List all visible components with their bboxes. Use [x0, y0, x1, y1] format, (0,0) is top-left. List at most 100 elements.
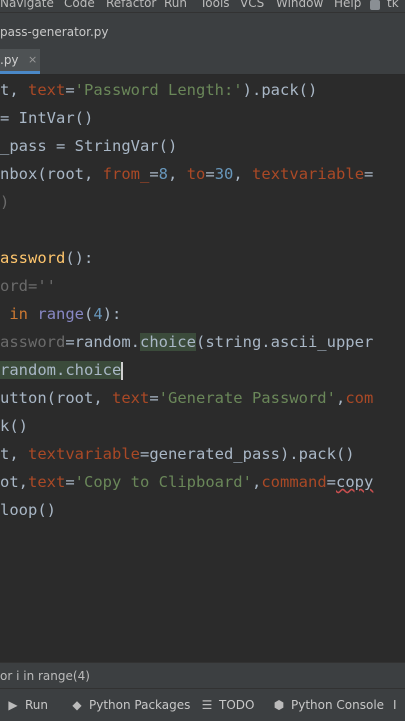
- menu-item-run[interactable]: Run: [164, 0, 187, 9]
- code-token: from_: [102, 165, 150, 183]
- list-icon: ☰: [201, 698, 213, 712]
- breadcrumb-file[interactable]: pass-generator.py: [0, 25, 109, 39]
- menu-item-code[interactable]: Code: [64, 0, 95, 9]
- code-line[interactable]: t, textvariable=generated_pass).pack(): [0, 440, 355, 468]
- code-token: 'Generate Password': [158, 389, 336, 407]
- code-token: =generated_pass).pack(): [139, 445, 355, 463]
- code-line[interactable]: ot,text='Copy to Clipboard',command=copy: [0, 468, 373, 496]
- code-token: to: [186, 165, 206, 183]
- code-token: com: [345, 389, 374, 407]
- code-token: k(): [0, 417, 28, 435]
- code-token: command: [261, 473, 327, 491]
- code-token: t,: [0, 445, 28, 463]
- python-icon: ⬢: [273, 698, 285, 712]
- todo-tool-button[interactable]: ☰ TODO: [200, 695, 255, 715]
- code-token: textvariable: [28, 445, 140, 463]
- menu-item-tools[interactable]: Tools: [200, 0, 230, 9]
- code-token: =: [149, 389, 159, 407]
- code-token: loop(): [0, 501, 56, 519]
- code-token: (: [84, 305, 94, 323]
- toolbar-overflow-label: I: [393, 698, 397, 712]
- code-token: =: [65, 473, 75, 491]
- code-token: =: [149, 165, 159, 183]
- toolbar-overflow: I: [393, 695, 397, 715]
- code-line[interactable]: ord='': [0, 272, 56, 300]
- menu-item-refactor[interactable]: Refactor: [106, 0, 156, 9]
- text-caret: [121, 361, 124, 380]
- code-token: ord='': [0, 277, 56, 295]
- breadcrumb: pass-generator.py: [0, 12, 405, 50]
- menu-overflow-text: tk: [387, 0, 399, 10]
- code-token: assword: [0, 249, 66, 267]
- code-token: textvariable: [252, 165, 365, 183]
- code-token: utton(root,: [0, 389, 112, 407]
- code-token: 4: [93, 305, 103, 323]
- code-line[interactable]: assword=random.choice(string.ascii_upper: [0, 328, 373, 356]
- code-line[interactable]: t, text='Password Length:').pack(): [0, 76, 317, 104]
- code-line[interactable]: _pass = StringVar(): [0, 132, 177, 160]
- code-line[interactable]: loop(): [0, 496, 56, 524]
- code-token: _pass = StringVar(): [0, 137, 178, 155]
- code-token: text: [28, 473, 66, 491]
- code-token: t,: [0, 81, 28, 99]
- todo-label: TODO: [219, 698, 255, 712]
- code-token: choice: [139, 333, 196, 351]
- run-tool-button[interactable]: ▶ Run: [6, 695, 48, 715]
- python-packages-tool-button[interactable]: ◆ Python Packages: [70, 695, 190, 715]
- code-token: 'Password Length:': [74, 81, 243, 99]
- code-line[interactable]: k(): [0, 412, 28, 440]
- play-icon: ▶: [8, 698, 18, 712]
- code-token: 'Copy to Clipboard': [74, 473, 252, 491]
- code-token: =: [364, 165, 374, 183]
- python-console-label: Python Console: [291, 698, 385, 712]
- menu-item-navigate[interactable]: Navigate: [0, 0, 54, 9]
- code-token: =: [65, 81, 75, 99]
- layers-icon: ◆: [72, 698, 82, 712]
- menu-item-help[interactable]: Help: [334, 0, 361, 9]
- code-token: ot,: [0, 473, 28, 491]
- code-token: ):: [102, 305, 122, 323]
- code-token: assword: [0, 333, 66, 351]
- code-line[interactable]: = IntVar(): [0, 104, 93, 132]
- breadcrumb-context: or i in range(4): [0, 662, 405, 689]
- code-token: (string.ascii_upper: [195, 333, 374, 351]
- menu-bar: Navigate Code Refactor Run Tools VCS Win…: [0, 0, 405, 12]
- code-line[interactable]: ): [0, 188, 9, 216]
- code-line[interactable]: in range(4):: [0, 300, 121, 328]
- menu-item-vcs[interactable]: VCS: [240, 0, 264, 9]
- code-line[interactable]: utton(root, text='Generate Password',com: [0, 384, 373, 412]
- code-token: range: [37, 305, 85, 323]
- code-line[interactable]: assword():: [0, 244, 93, 272]
- code-token: =: [326, 473, 336, 491]
- code-token: 30: [214, 165, 234, 183]
- code-token: ,: [335, 389, 346, 407]
- code-context-label: or i in range(4): [0, 669, 90, 683]
- code-line[interactable]: random.choice: [0, 356, 124, 384]
- code-token: text: [111, 389, 150, 407]
- code-token: ,: [168, 165, 187, 183]
- tab-pass-generator[interactable]: .py ×: [0, 49, 40, 74]
- menu-item-window[interactable]: Window: [276, 0, 323, 9]
- run-label: Run: [25, 698, 49, 712]
- editor-tab-bar: .py ×: [0, 49, 405, 75]
- tab-label: .py: [0, 53, 19, 67]
- code-token: ).pack(): [242, 81, 318, 99]
- code-line[interactable]: nbox(root, from_=8, to=30, textvariable=: [0, 160, 373, 188]
- python-packages-label: Python Packages: [89, 698, 191, 712]
- python-console-tool-button[interactable]: ⬢ Python Console: [272, 695, 384, 715]
- code-token: text: [28, 81, 66, 99]
- close-icon[interactable]: ×: [28, 53, 37, 66]
- code-token: ():: [65, 249, 94, 267]
- code-token: copy: [336, 473, 374, 491]
- code-token: =random.: [65, 333, 140, 351]
- code-token: =: [205, 165, 215, 183]
- code-editor[interactable]: t, text='Password Length:').pack() = IntV…: [0, 75, 405, 662]
- bottom-tool-window-bar: ▶ Run ◆ Python Packages ☰ TODO ⬢ Python Cons…: [0, 688, 405, 721]
- code-token: ,: [251, 473, 262, 491]
- code-token: 8: [158, 165, 169, 183]
- code-token: nbox(root,: [0, 165, 103, 183]
- code-token: = IntVar(): [0, 109, 94, 127]
- code-token: ,: [233, 165, 253, 183]
